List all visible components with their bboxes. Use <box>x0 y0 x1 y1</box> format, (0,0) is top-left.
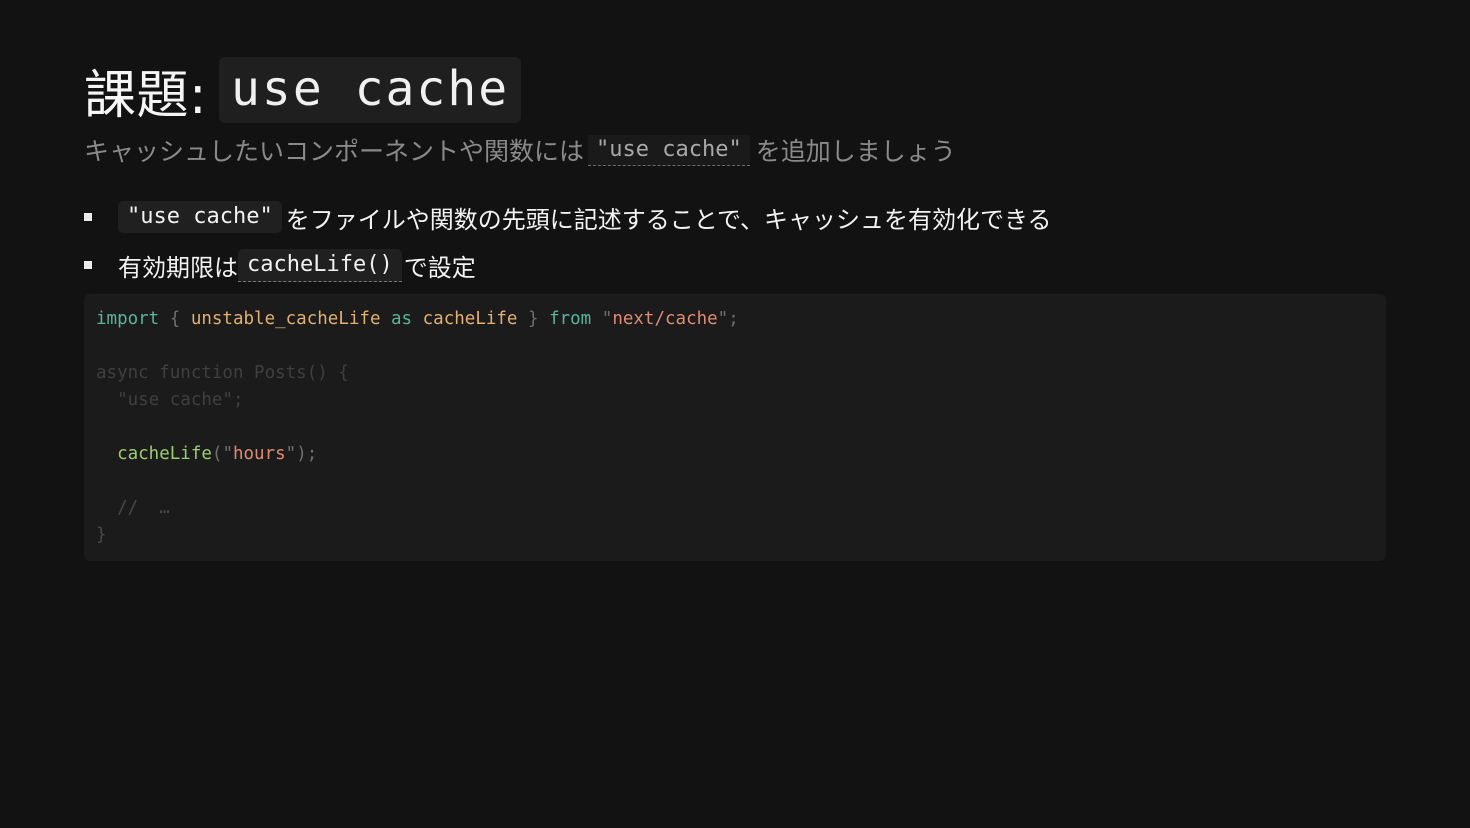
code-token: hours <box>232 444 286 464</box>
code-line-function: async function Posts() { <box>96 363 349 383</box>
bullet-square-icon <box>84 261 92 269</box>
slide-title: 課題: use cache <box>84 55 522 126</box>
code-token: unstable_cacheLife <box>190 309 381 329</box>
code-token: " <box>591 309 613 329</box>
code-token: cacheLife <box>422 309 518 329</box>
code-line-close: } <box>96 525 107 545</box>
bullet-text-after: で設定 <box>403 253 476 282</box>
code-line-comment: // … <box>96 498 170 518</box>
bullet-list: "use cache" をファイルや関数の先頭に記述することで、キャッシュを有効… <box>84 195 1052 291</box>
bullet-square-icon <box>84 213 92 221</box>
bullet-code: "use cache" <box>118 201 282 233</box>
slide-subtitle: キャッシュしたいコンポーネントや関数には "use cache" を追加しましょ… <box>84 131 956 169</box>
bullet-text-before: 有効期限は <box>118 253 238 282</box>
subtitle-before: キャッシュしたいコンポーネントや関数には <box>84 137 585 166</box>
code-token: cacheLife <box>117 444 212 464</box>
title-prefix: 課題: <box>84 65 208 126</box>
code-token: "; <box>717 309 739 329</box>
code-token: } <box>517 309 550 329</box>
code-token: "); <box>285 444 318 464</box>
code-token: (" <box>211 444 233 464</box>
bullet-item: "use cache" をファイルや関数の先頭に記述することで、キャッシュを有効… <box>84 195 1052 239</box>
subtitle-after: を追加しましょう <box>755 137 956 166</box>
code-line-cachelife: cacheLife("hours"); <box>96 441 1374 468</box>
code-token: next/cache <box>612 309 718 329</box>
code-token: from <box>549 309 592 329</box>
bullet-item: 有効期限は cacheLife() で設定 <box>84 243 1052 287</box>
code-line-directive: "use cache"; <box>96 390 244 410</box>
code-token: import <box>96 309 160 329</box>
subtitle-code: "use cache" <box>588 134 750 166</box>
bullet-text: をファイルや関数の先頭に記述することで、キャッシュを有効化できる <box>285 205 1052 234</box>
bullet-code-link[interactable]: cacheLife() <box>238 248 402 282</box>
slide: 課題: use cache キャッシュしたいコンポーネントや関数には "use … <box>0 0 1470 828</box>
title-code: use cache <box>219 57 522 123</box>
code-token: as <box>380 309 423 329</box>
code-token: { <box>159 309 191 329</box>
code-block: import { unstable_cacheLife as cacheLife… <box>84 294 1386 561</box>
code-line-import: import { unstable_cacheLife as cacheLife… <box>96 306 1374 333</box>
